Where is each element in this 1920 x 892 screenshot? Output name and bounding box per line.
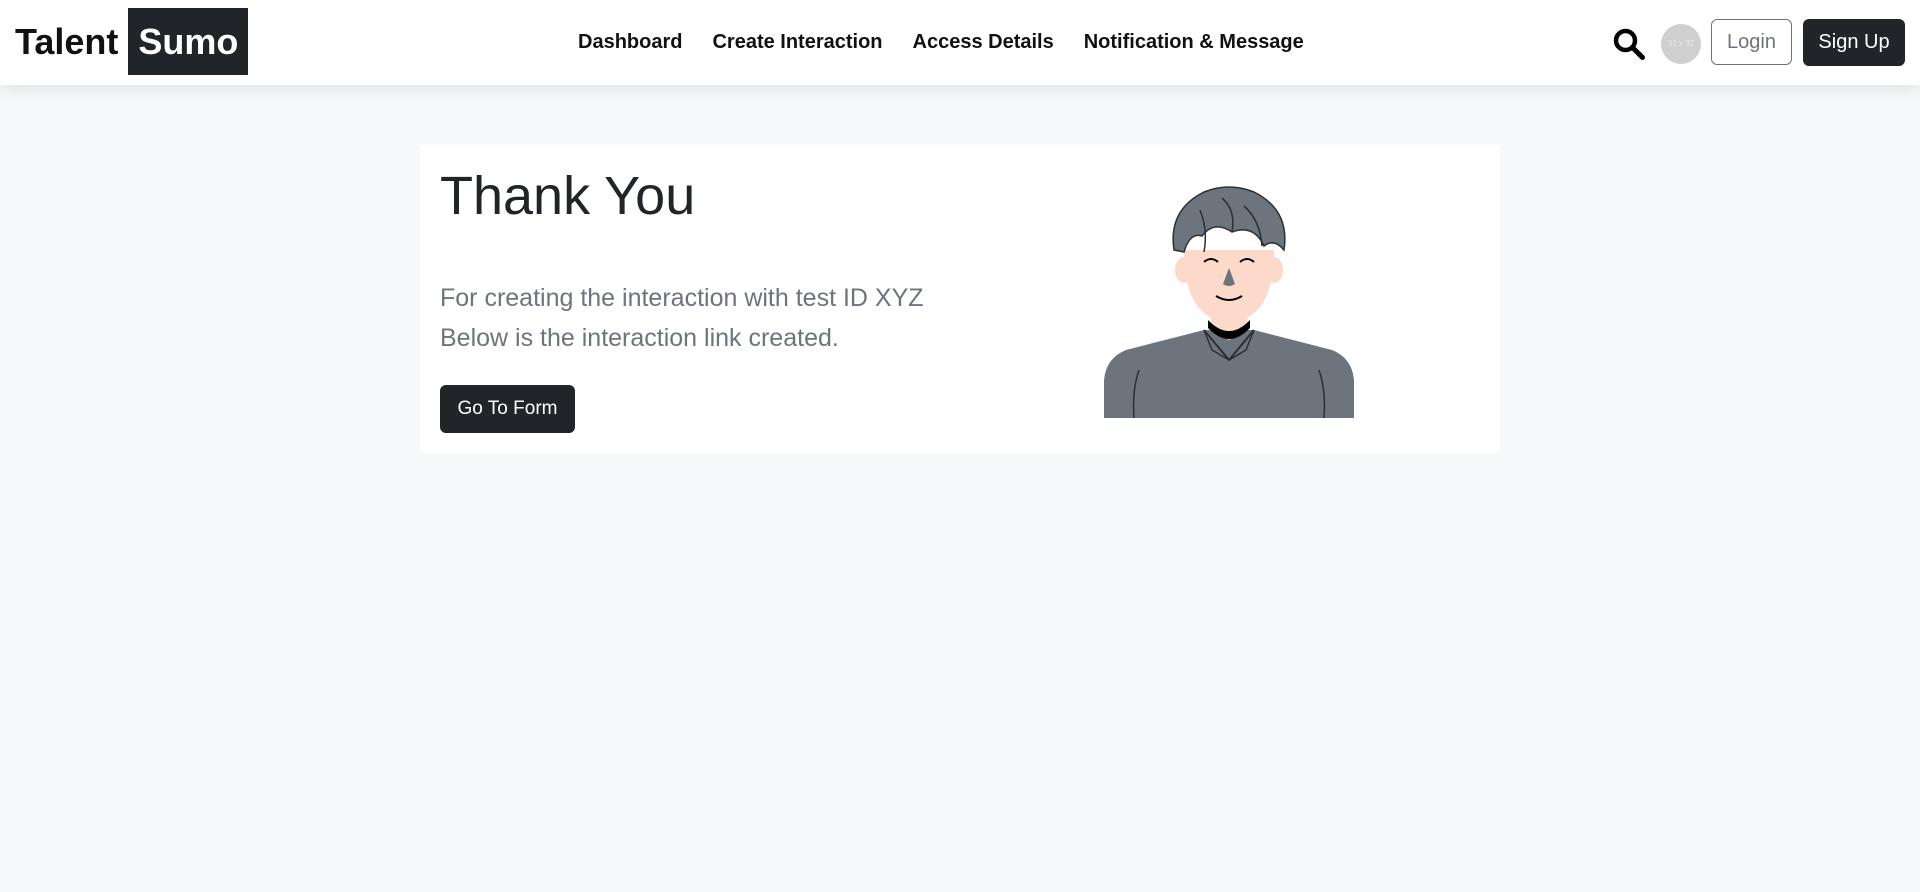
person-illustration (1104, 186, 1354, 418)
brand-text-talent: Talent (15, 20, 119, 62)
nav-link-dashboard[interactable]: Dashboard (563, 31, 697, 54)
nav-link-notification-message[interactable]: Notification & Message (1069, 31, 1319, 54)
search-icon[interactable] (1612, 27, 1646, 61)
thank-you-card: Thank You For creating the interaction w… (420, 145, 1500, 453)
go-to-form-button[interactable]: Go To Form (440, 385, 575, 433)
signup-button[interactable]: Sign Up (1803, 19, 1905, 66)
confirmation-message: For creating the interaction with test I… (440, 284, 924, 312)
page-title: Thank You (440, 166, 696, 226)
nav-link-access-details[interactable]: Access Details (898, 31, 1069, 54)
brand-text-sumo: Sumo (128, 8, 249, 75)
nav-link-create-interaction[interactable]: Create Interaction (697, 31, 897, 54)
nav-links: Dashboard Create Interaction Access Deta… (563, 0, 1319, 85)
link-info-message: Below is the interaction link created. (440, 324, 839, 352)
top-navbar: Talent Sumo Dashboard Create Interaction… (0, 0, 1920, 85)
login-button[interactable]: Login (1711, 19, 1792, 65)
brand-logo[interactable]: Talent Sumo (15, 8, 249, 75)
avatar[interactable]: 32 x 32 (1661, 24, 1701, 64)
